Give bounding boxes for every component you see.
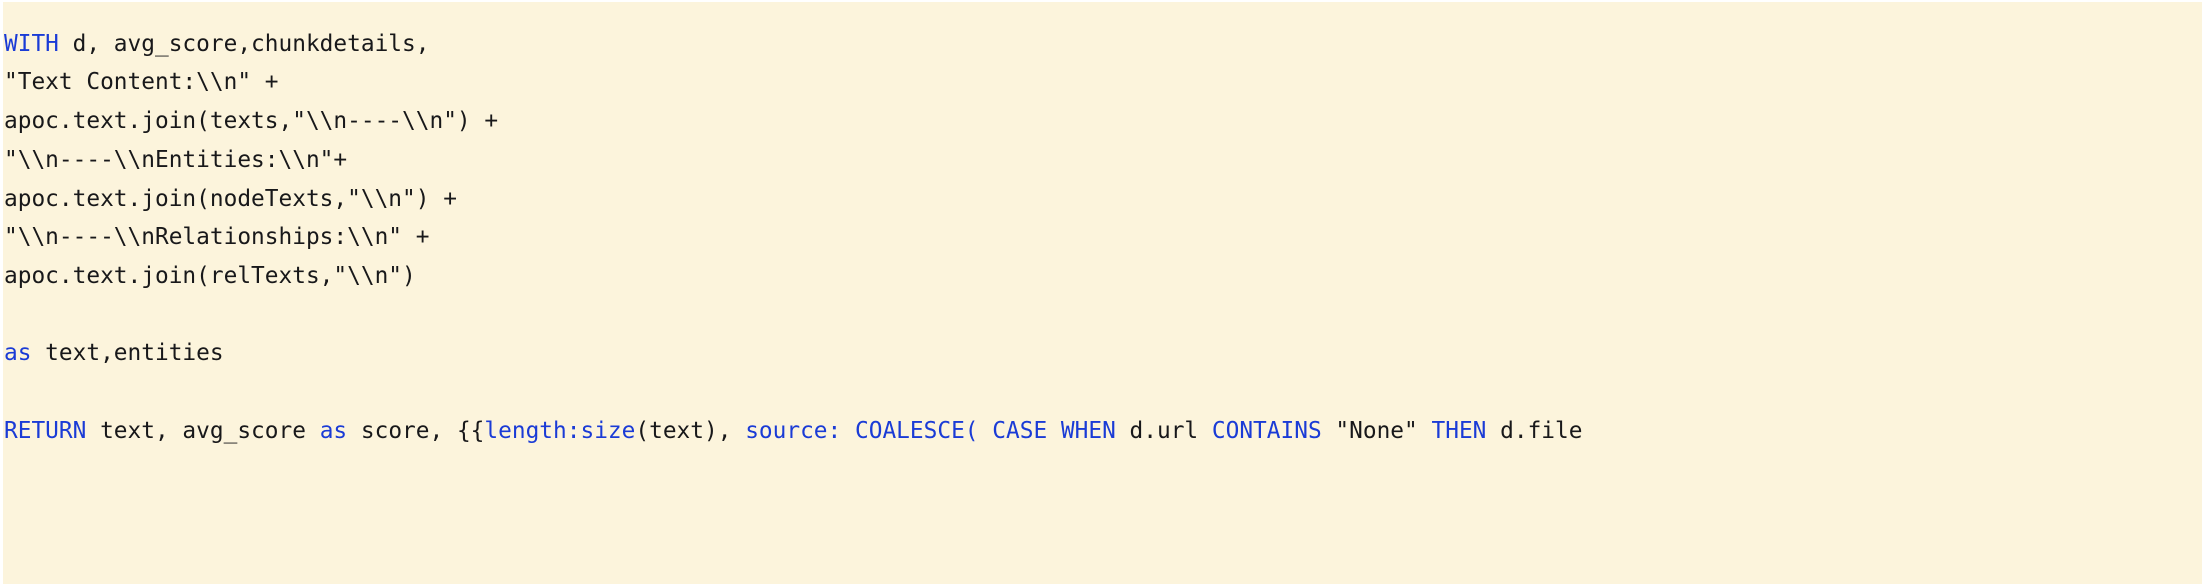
code-token: apoc.text.join(texts,"\\n----\\n") + bbox=[4, 108, 499, 135]
code-line: WITH d, avg_score,chunkdetails, bbox=[4, 25, 1582, 64]
code-line: apoc.text.join(relTexts,"\\n") bbox=[4, 257, 1582, 296]
code-token: apoc.text.join(relTexts,"\\n") bbox=[4, 262, 416, 289]
code-token: "None" bbox=[1321, 417, 1432, 444]
code-line: apoc.text.join(texts,"\\n----\\n") + bbox=[4, 102, 1582, 141]
code-keyword: COALESCE( bbox=[855, 417, 979, 444]
code-keyword: length:size bbox=[484, 417, 636, 444]
code-line: as text,entities bbox=[4, 334, 1582, 373]
code-keyword: CASE WHEN bbox=[992, 417, 1116, 444]
code-keyword: source: bbox=[745, 417, 842, 444]
code-token: "\\n----\\nRelationships:\\n" + bbox=[4, 224, 430, 251]
code-token: d.file bbox=[1486, 417, 1583, 444]
code-token: apoc.text.join(nodeTexts,"\\n") + bbox=[4, 185, 457, 212]
code-lines[interactable]: WITH d, avg_score,chunkdetails, "Text Co… bbox=[4, 25, 1582, 451]
code-line: apoc.text.join(nodeTexts,"\\n") + bbox=[4, 180, 1582, 219]
code-line: "\\n----\\nEntities:\\n"+ bbox=[4, 141, 1582, 180]
code-token: "Text Content:\\n" + bbox=[4, 69, 279, 96]
code-keyword: as bbox=[4, 340, 32, 367]
code-token: (text), bbox=[635, 417, 746, 444]
code-token: d.url bbox=[1115, 417, 1212, 444]
code-keyword: CONTAINS bbox=[1211, 417, 1322, 444]
code-token: score, {{ bbox=[347, 417, 485, 444]
code-token: d, avg_score,chunkdetails, bbox=[58, 30, 430, 57]
code-block[interactable]: WITH d, avg_score,chunkdetails, "Text Co… bbox=[3, 2, 2202, 584]
code-line: RETURN text, avg_score as score, {{lengt… bbox=[4, 412, 1582, 451]
code-token: text,entities bbox=[31, 340, 224, 367]
code-line: "Text Content:\\n" + bbox=[4, 63, 1582, 102]
code-keyword: as bbox=[319, 417, 348, 444]
code-keyword: THEN bbox=[1431, 417, 1487, 444]
code-token: "\\n----\\nEntities:\\n"+ bbox=[4, 146, 348, 173]
code-line: "\\n----\\nRelationships:\\n" + bbox=[4, 218, 1582, 257]
code-keyword: WITH bbox=[4, 30, 59, 57]
code-keyword: RETURN bbox=[4, 417, 87, 444]
code-token: text, avg_score bbox=[86, 417, 320, 444]
